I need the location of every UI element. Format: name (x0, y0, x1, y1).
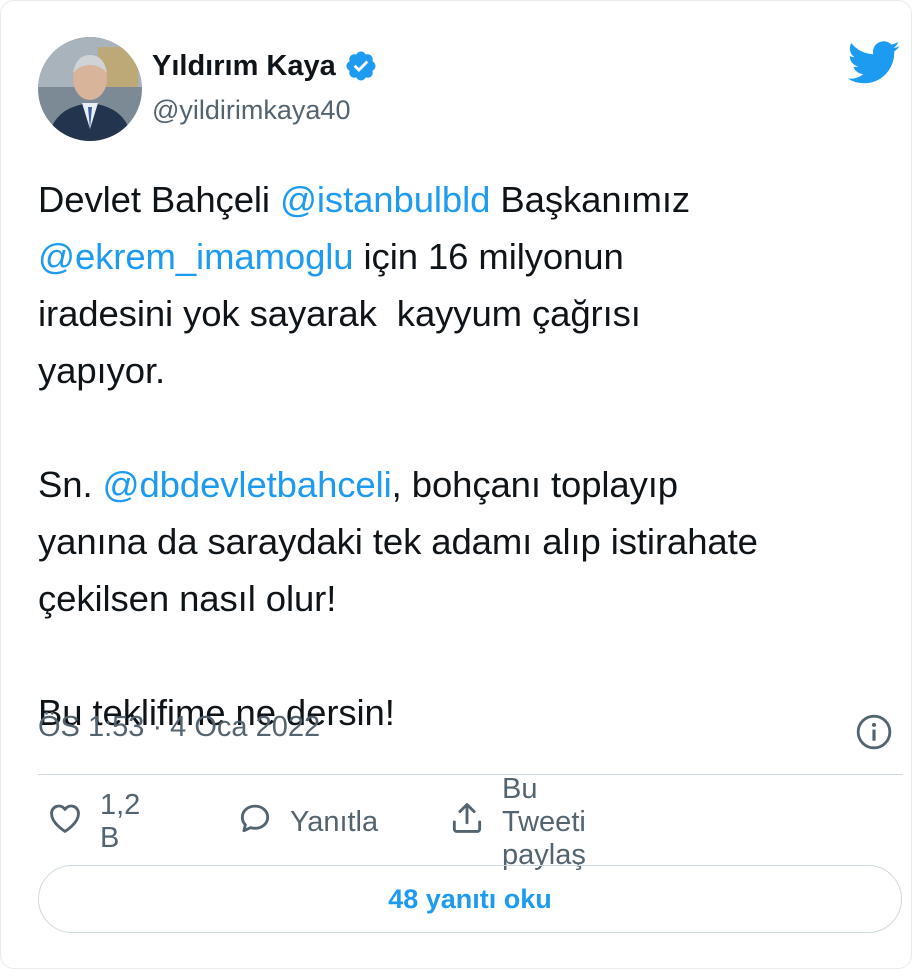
verified-badge-icon (344, 49, 378, 83)
like-button[interactable]: 1,2 B (46, 789, 140, 854)
share-icon (448, 799, 486, 845)
tweet-line: çekilsen nasıl olur! (38, 578, 337, 619)
heart-icon (46, 799, 84, 845)
tweet-line: yanına da saraydaki tek adamı alıp istir… (38, 521, 758, 562)
mention-link[interactable]: @dbdevletbahceli (103, 464, 392, 505)
like-count: 1,2 B (100, 789, 141, 854)
tweet-text-segment: Sn. (38, 464, 103, 505)
share-button[interactable]: Bu Tweeti paylaş (448, 773, 586, 871)
reply-button[interactable]: Yanıtla (236, 796, 378, 848)
author-handle[interactable]: @yildirimkaya40 (152, 95, 350, 126)
tweet-line: @ekrem_imamoglu için 16 milyonun (38, 228, 900, 285)
author-name-row[interactable]: Yıldırım Kaya (152, 49, 378, 83)
divider (38, 774, 903, 775)
twitter-bird-icon[interactable] (847, 41, 901, 85)
tweet-text: Devlet Bahçeli @istanbulbld Başkanımız @… (38, 171, 900, 741)
tweet-card: Yıldırım Kaya @yildirimkaya40 Devlet Bah… (0, 0, 912, 969)
share-label: Bu Tweeti paylaş (502, 772, 586, 871)
mention-link[interactable]: @ekrem_imamoglu (38, 236, 354, 277)
tweet-text-segment: Başkanımız (490, 179, 691, 220)
tweet-line: Devlet Bahçeli @istanbulbld Başkanımız (38, 171, 900, 228)
mention-link[interactable]: @istanbulbld (280, 179, 490, 220)
tweet-text-segment: Devlet Bahçeli (38, 179, 280, 220)
author-name[interactable]: Yıldırım Kaya (152, 50, 336, 83)
avatar[interactable] (38, 37, 142, 141)
tweet-text-segment: , bohçanı toplayıp (391, 464, 679, 505)
tweet-text-segment: için 16 milyonun (353, 236, 624, 277)
read-replies-button[interactable]: 48 yanıtı oku (38, 865, 902, 933)
tweet-line: yapıyor. (38, 350, 166, 391)
tweet-line: iradesini yok sayarak kayyum çağrısı (38, 293, 641, 334)
tweet-line: Sn. @dbdevletbahceli, bohçanı toplayıp (38, 456, 900, 513)
reply-label: Yanıtla (290, 805, 379, 838)
info-icon[interactable] (855, 713, 893, 751)
reply-bubble-icon (236, 799, 274, 845)
tweet-timestamp[interactable]: ÖS 1:53 · 4 Oca 2022 (38, 711, 320, 744)
